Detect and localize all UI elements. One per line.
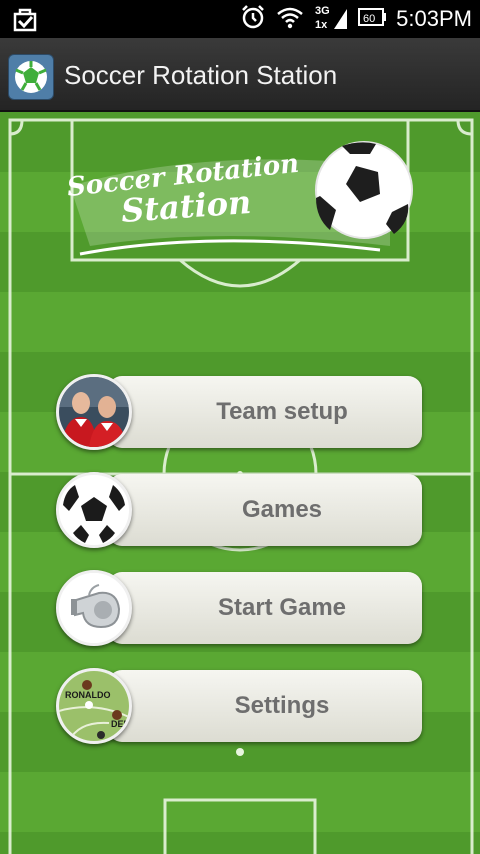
- battery-level: 60: [363, 13, 375, 25]
- players-photo-icon[interactable]: [56, 374, 132, 450]
- games-label: Games: [241, 496, 323, 523]
- network-signal-icon: 3G 1x: [314, 3, 348, 36]
- soccer-field-background: Soccer Rotation Station Team setup Games…: [0, 112, 480, 854]
- task-check-icon: [12, 6, 38, 32]
- svg-text:1x: 1x: [315, 19, 328, 31]
- settings-button[interactable]: Settings RONALDO DEN: [56, 668, 422, 744]
- logo-ball-icon: [315, 141, 413, 239]
- games-button[interactable]: Games: [56, 472, 422, 548]
- app-logo-banner: Soccer Rotation Station: [60, 126, 420, 266]
- settings-label: Settings: [234, 692, 330, 719]
- team-setup-label: Team setup: [216, 398, 348, 425]
- start-game-button[interactable]: Start Game: [56, 570, 422, 646]
- battery-icon: 60: [358, 7, 387, 32]
- soccer-ball-icon[interactable]: [56, 472, 132, 548]
- start-game-label: Start Game: [217, 594, 347, 621]
- wifi-icon: [276, 5, 304, 34]
- games-pill[interactable]: Games: [108, 474, 422, 546]
- app-logo-icon[interactable]: [8, 54, 54, 100]
- alarm-icon: [240, 4, 266, 35]
- svg-text:3G: 3G: [315, 5, 330, 17]
- whistle-icon[interactable]: [56, 570, 132, 646]
- start-game-pill[interactable]: Start Game: [108, 572, 422, 644]
- lineup-board-icon[interactable]: RONALDO DEN: [56, 668, 132, 744]
- lineup-name-1: RONALDO: [65, 690, 111, 700]
- action-bar: Soccer Rotation Station: [0, 38, 480, 112]
- status-bar: 3G 1x 60 5:03PM: [0, 0, 480, 38]
- app-title: Soccer Rotation Station: [64, 60, 338, 90]
- team-setup-pill[interactable]: Team setup: [108, 376, 422, 448]
- team-setup-button[interactable]: Team setup: [56, 374, 422, 450]
- status-time: 5:03PM: [396, 6, 472, 31]
- settings-pill[interactable]: Settings: [108, 670, 422, 742]
